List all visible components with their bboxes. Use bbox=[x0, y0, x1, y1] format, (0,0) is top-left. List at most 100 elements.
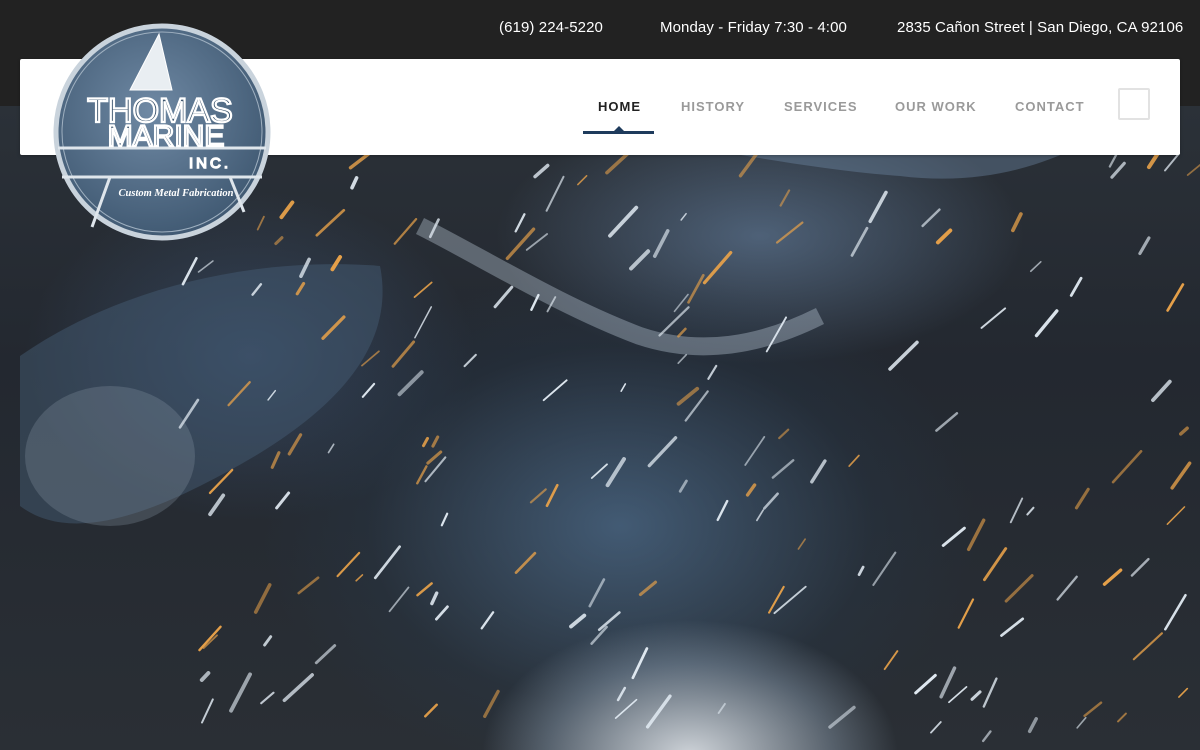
spark bbox=[542, 379, 568, 402]
spark bbox=[717, 702, 726, 714]
spark bbox=[514, 213, 526, 233]
spark bbox=[605, 152, 630, 175]
spark bbox=[505, 227, 536, 261]
spark bbox=[970, 690, 982, 701]
spark bbox=[872, 551, 897, 587]
spark bbox=[744, 435, 766, 466]
spark bbox=[373, 545, 401, 580]
spark bbox=[1000, 617, 1025, 637]
spark bbox=[631, 647, 649, 680]
spark bbox=[199, 671, 211, 682]
spark bbox=[260, 691, 275, 705]
spark bbox=[208, 493, 226, 517]
spark bbox=[1004, 574, 1034, 603]
nav-item-our-work[interactable]: OUR WORK bbox=[895, 99, 977, 114]
spark bbox=[702, 250, 733, 285]
spark bbox=[957, 598, 975, 629]
spark bbox=[935, 228, 953, 245]
spark bbox=[678, 479, 688, 493]
spark bbox=[529, 488, 547, 504]
spark bbox=[416, 582, 433, 597]
spark bbox=[588, 578, 606, 608]
thomas-marine-logo[interactable]: THOMAS MARINE INC. Custom Metal Fabricat… bbox=[52, 22, 272, 242]
spark bbox=[680, 212, 687, 221]
spark bbox=[778, 428, 790, 440]
menu-toggle-icon[interactable] bbox=[1118, 88, 1150, 120]
spark bbox=[314, 644, 337, 665]
spark bbox=[914, 673, 937, 695]
nav-item-home[interactable]: HOME bbox=[598, 99, 641, 114]
spark bbox=[533, 163, 550, 179]
spark bbox=[197, 260, 214, 273]
spark bbox=[768, 585, 785, 614]
spark bbox=[828, 705, 856, 729]
nav-item-history[interactable]: HISTORY bbox=[681, 99, 745, 114]
spark bbox=[645, 694, 672, 729]
spark bbox=[1027, 717, 1038, 734]
spark bbox=[1111, 449, 1143, 484]
spark bbox=[440, 512, 449, 527]
spark bbox=[608, 205, 639, 238]
spark bbox=[716, 499, 729, 522]
spark bbox=[1170, 461, 1192, 490]
spark bbox=[514, 551, 537, 574]
spark bbox=[1102, 568, 1123, 586]
spark bbox=[616, 686, 627, 702]
spark bbox=[848, 454, 860, 467]
spark bbox=[282, 673, 314, 703]
street-address: 2835 Cañon Street | San Diego, CA 92106 bbox=[897, 19, 1184, 36]
spark bbox=[921, 208, 941, 228]
logo-line-3: INC. bbox=[189, 155, 231, 172]
spark bbox=[350, 176, 359, 190]
spark bbox=[983, 547, 1008, 582]
spark bbox=[1166, 506, 1186, 525]
spark bbox=[393, 217, 418, 245]
spark bbox=[1151, 379, 1172, 403]
spark bbox=[274, 236, 284, 246]
spark bbox=[253, 583, 272, 614]
spark bbox=[982, 677, 998, 708]
spark bbox=[948, 686, 968, 704]
spark bbox=[941, 526, 966, 547]
spark bbox=[652, 229, 670, 258]
spark bbox=[629, 249, 651, 271]
spark bbox=[1179, 426, 1189, 436]
nav-item-contact[interactable]: CONTACT bbox=[1015, 99, 1085, 114]
spark bbox=[397, 370, 424, 397]
spark bbox=[421, 436, 429, 448]
spark bbox=[413, 281, 433, 298]
spark bbox=[545, 483, 559, 508]
spark bbox=[1009, 497, 1024, 524]
spark bbox=[597, 611, 621, 632]
phone-number[interactable]: (619) 224-5220 bbox=[499, 19, 603, 36]
spark bbox=[430, 591, 439, 606]
spark bbox=[677, 327, 687, 338]
spark bbox=[1029, 261, 1042, 273]
spark bbox=[868, 190, 888, 224]
spark bbox=[620, 383, 627, 392]
spark bbox=[687, 273, 705, 304]
nav-item-services[interactable]: SERVICES bbox=[784, 99, 858, 114]
spark bbox=[605, 457, 626, 488]
spark bbox=[181, 257, 198, 286]
spark bbox=[1166, 283, 1185, 312]
spark bbox=[336, 551, 361, 578]
spark bbox=[1056, 575, 1078, 601]
spark bbox=[315, 208, 346, 237]
spark bbox=[1164, 152, 1181, 172]
spark bbox=[773, 585, 807, 615]
spark bbox=[1178, 687, 1189, 698]
logo-tagline: Custom Metal Fabrication bbox=[119, 188, 234, 199]
spark bbox=[480, 611, 495, 630]
spark bbox=[431, 435, 440, 448]
spark bbox=[883, 650, 899, 671]
spark bbox=[1083, 701, 1103, 718]
spark bbox=[1034, 309, 1059, 338]
spark bbox=[797, 538, 806, 550]
spark bbox=[463, 353, 477, 368]
spark bbox=[1069, 276, 1083, 297]
spark bbox=[229, 672, 252, 713]
spark bbox=[638, 580, 658, 597]
spark bbox=[888, 340, 919, 371]
spark bbox=[355, 574, 364, 582]
